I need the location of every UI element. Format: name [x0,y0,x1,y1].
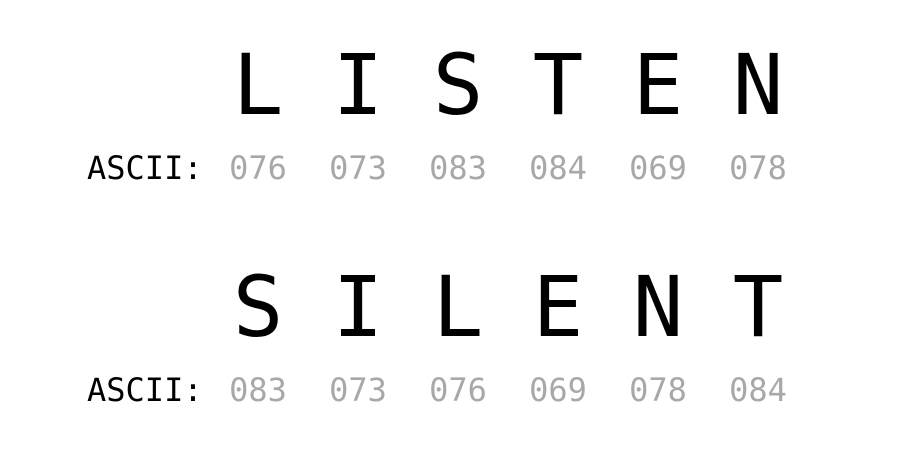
ascii-code: 083 [429,149,487,187]
letter: I [332,36,384,134]
word-block-listen: L I S T E N ASCII: 076 073 083 084 069 0… [0,40,899,188]
ascii-code: 084 [729,371,787,409]
ascii-code: 076 [429,371,487,409]
ascii-code: 084 [529,149,587,187]
ascii-code: 069 [529,371,587,409]
letter: S [432,36,484,134]
letter: N [732,36,784,134]
ascii-label: ASCII: [87,371,203,409]
letter: S [232,258,284,356]
letter: E [532,258,584,356]
ascii-codes-row: ASCII: 083 073 076 069 078 084 [0,370,899,410]
ascii-codes-row: ASCII: 076 073 083 084 069 078 [0,148,899,188]
ascii-code: 073 [329,371,387,409]
word-letters-row: L I S T E N [0,40,899,130]
letter: T [532,36,584,134]
letter: E [632,36,684,134]
ascii-code: 083 [229,371,287,409]
letter: T [732,258,784,356]
ascii-code: 076 [229,149,287,187]
ascii-code: 069 [629,149,687,187]
word-letters-row: S I L E N T [0,262,899,352]
ascii-code: 078 [629,371,687,409]
letter: L [232,36,284,134]
ascii-code: 073 [329,149,387,187]
letter: N [632,258,684,356]
word-block-silent: S I L E N T ASCII: 083 073 076 069 078 0… [0,262,899,410]
ascii-label: ASCII: [87,149,203,187]
letter: L [432,258,484,356]
ascii-code: 078 [729,149,787,187]
letter: I [332,258,384,356]
